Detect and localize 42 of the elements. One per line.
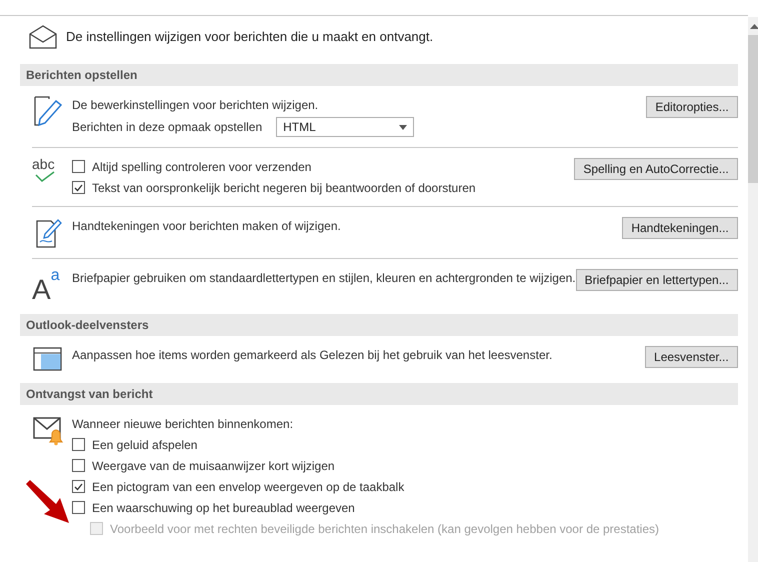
description-text: Briefpapier gebruiken om standaardlettertypen en stijlen, kleuren en achtergronden te wijzigen.: [72, 270, 576, 286]
checkbox-label: Een geluid afspelen: [92, 436, 198, 454]
scroll-up-icon[interactable]: [750, 23, 758, 29]
spelling-icon-text: abc: [32, 157, 55, 171]
options-button[interactable]: Handtekeningen...: [622, 217, 738, 239]
font-icon-superscript: a: [50, 268, 60, 284]
section-heading: Berichten opstellen: [20, 64, 738, 86]
intro-text: De instellingen wijzigen voor berichten die u maakt en ontvangt.: [66, 28, 434, 46]
options-button[interactable]: Editoropties...: [646, 96, 738, 118]
arrow-annotation: [24, 478, 70, 524]
scroll-thumb[interactable]: [748, 35, 758, 183]
checkbox-label: Tekst van oorspronkelijk bericht negeren bij beantwoorden of doorsturen: [92, 180, 476, 196]
checkbox-label: Een waarschuwing op het bureaublad weergeven: [92, 500, 355, 516]
edit-page-icon: [32, 95, 64, 129]
section-heading: Ontvangst van bericht: [20, 383, 738, 405]
checkmark-icon: [74, 184, 83, 192]
dropdown-caret-icon: [399, 124, 408, 130]
scrollbar[interactable]: [748, 17, 758, 562]
description-text: Wanneer nieuwe berichten binnenkomen:: [72, 416, 294, 432]
checkmark-icon: [74, 482, 83, 490]
font-icon-letter: A: [32, 276, 51, 304]
checkbox[interactable]: [72, 480, 85, 493]
options-button[interactable]: Briefpapier en lettertypen...: [576, 269, 738, 291]
checkbox[interactable]: [72, 501, 85, 514]
description-text: De bewerkinstellingen voor berichten wijzigen.: [72, 96, 318, 114]
options-button[interactable]: Leesvenster...: [645, 346, 738, 368]
reading-pane-icon: [32, 345, 64, 373]
description-text: Handtekeningen voor berichten maken of wijzigen.: [72, 218, 341, 234]
checkbox-label: Een pictogram van een envelop weergeven op de taakbalk: [92, 478, 404, 496]
format-dropdown[interactable]: HTML: [276, 117, 414, 137]
checkbox-label: Altijd spelling controleren voor verzenden: [92, 158, 312, 176]
section-heading: Outlook-deelvensters: [20, 314, 738, 336]
checkbox[interactable]: [72, 459, 85, 472]
envelope-icon: [28, 24, 58, 50]
options-button[interactable]: Spelling en AutoCorrectie...: [574, 158, 738, 180]
checkbox[interactable]: [72, 181, 85, 194]
checkbox-label: Weergave van de muisaanwijzer kort wijzigen: [92, 458, 335, 474]
checkbox-label: Voorbeeld voor met rechten beveiligde berichten inschakelen (kan gevolgen hebben voor de prestaties): [110, 520, 660, 538]
format-label: Berichten in deze opmaak opstellen: [72, 119, 262, 136]
checkbox[interactable]: [72, 438, 85, 451]
description-text: Aanpassen hoe items worden gemarkeerd als Gelezen bij het gebruik van het leesvenster.: [72, 346, 552, 364]
checkbox[interactable]: [72, 160, 85, 173]
